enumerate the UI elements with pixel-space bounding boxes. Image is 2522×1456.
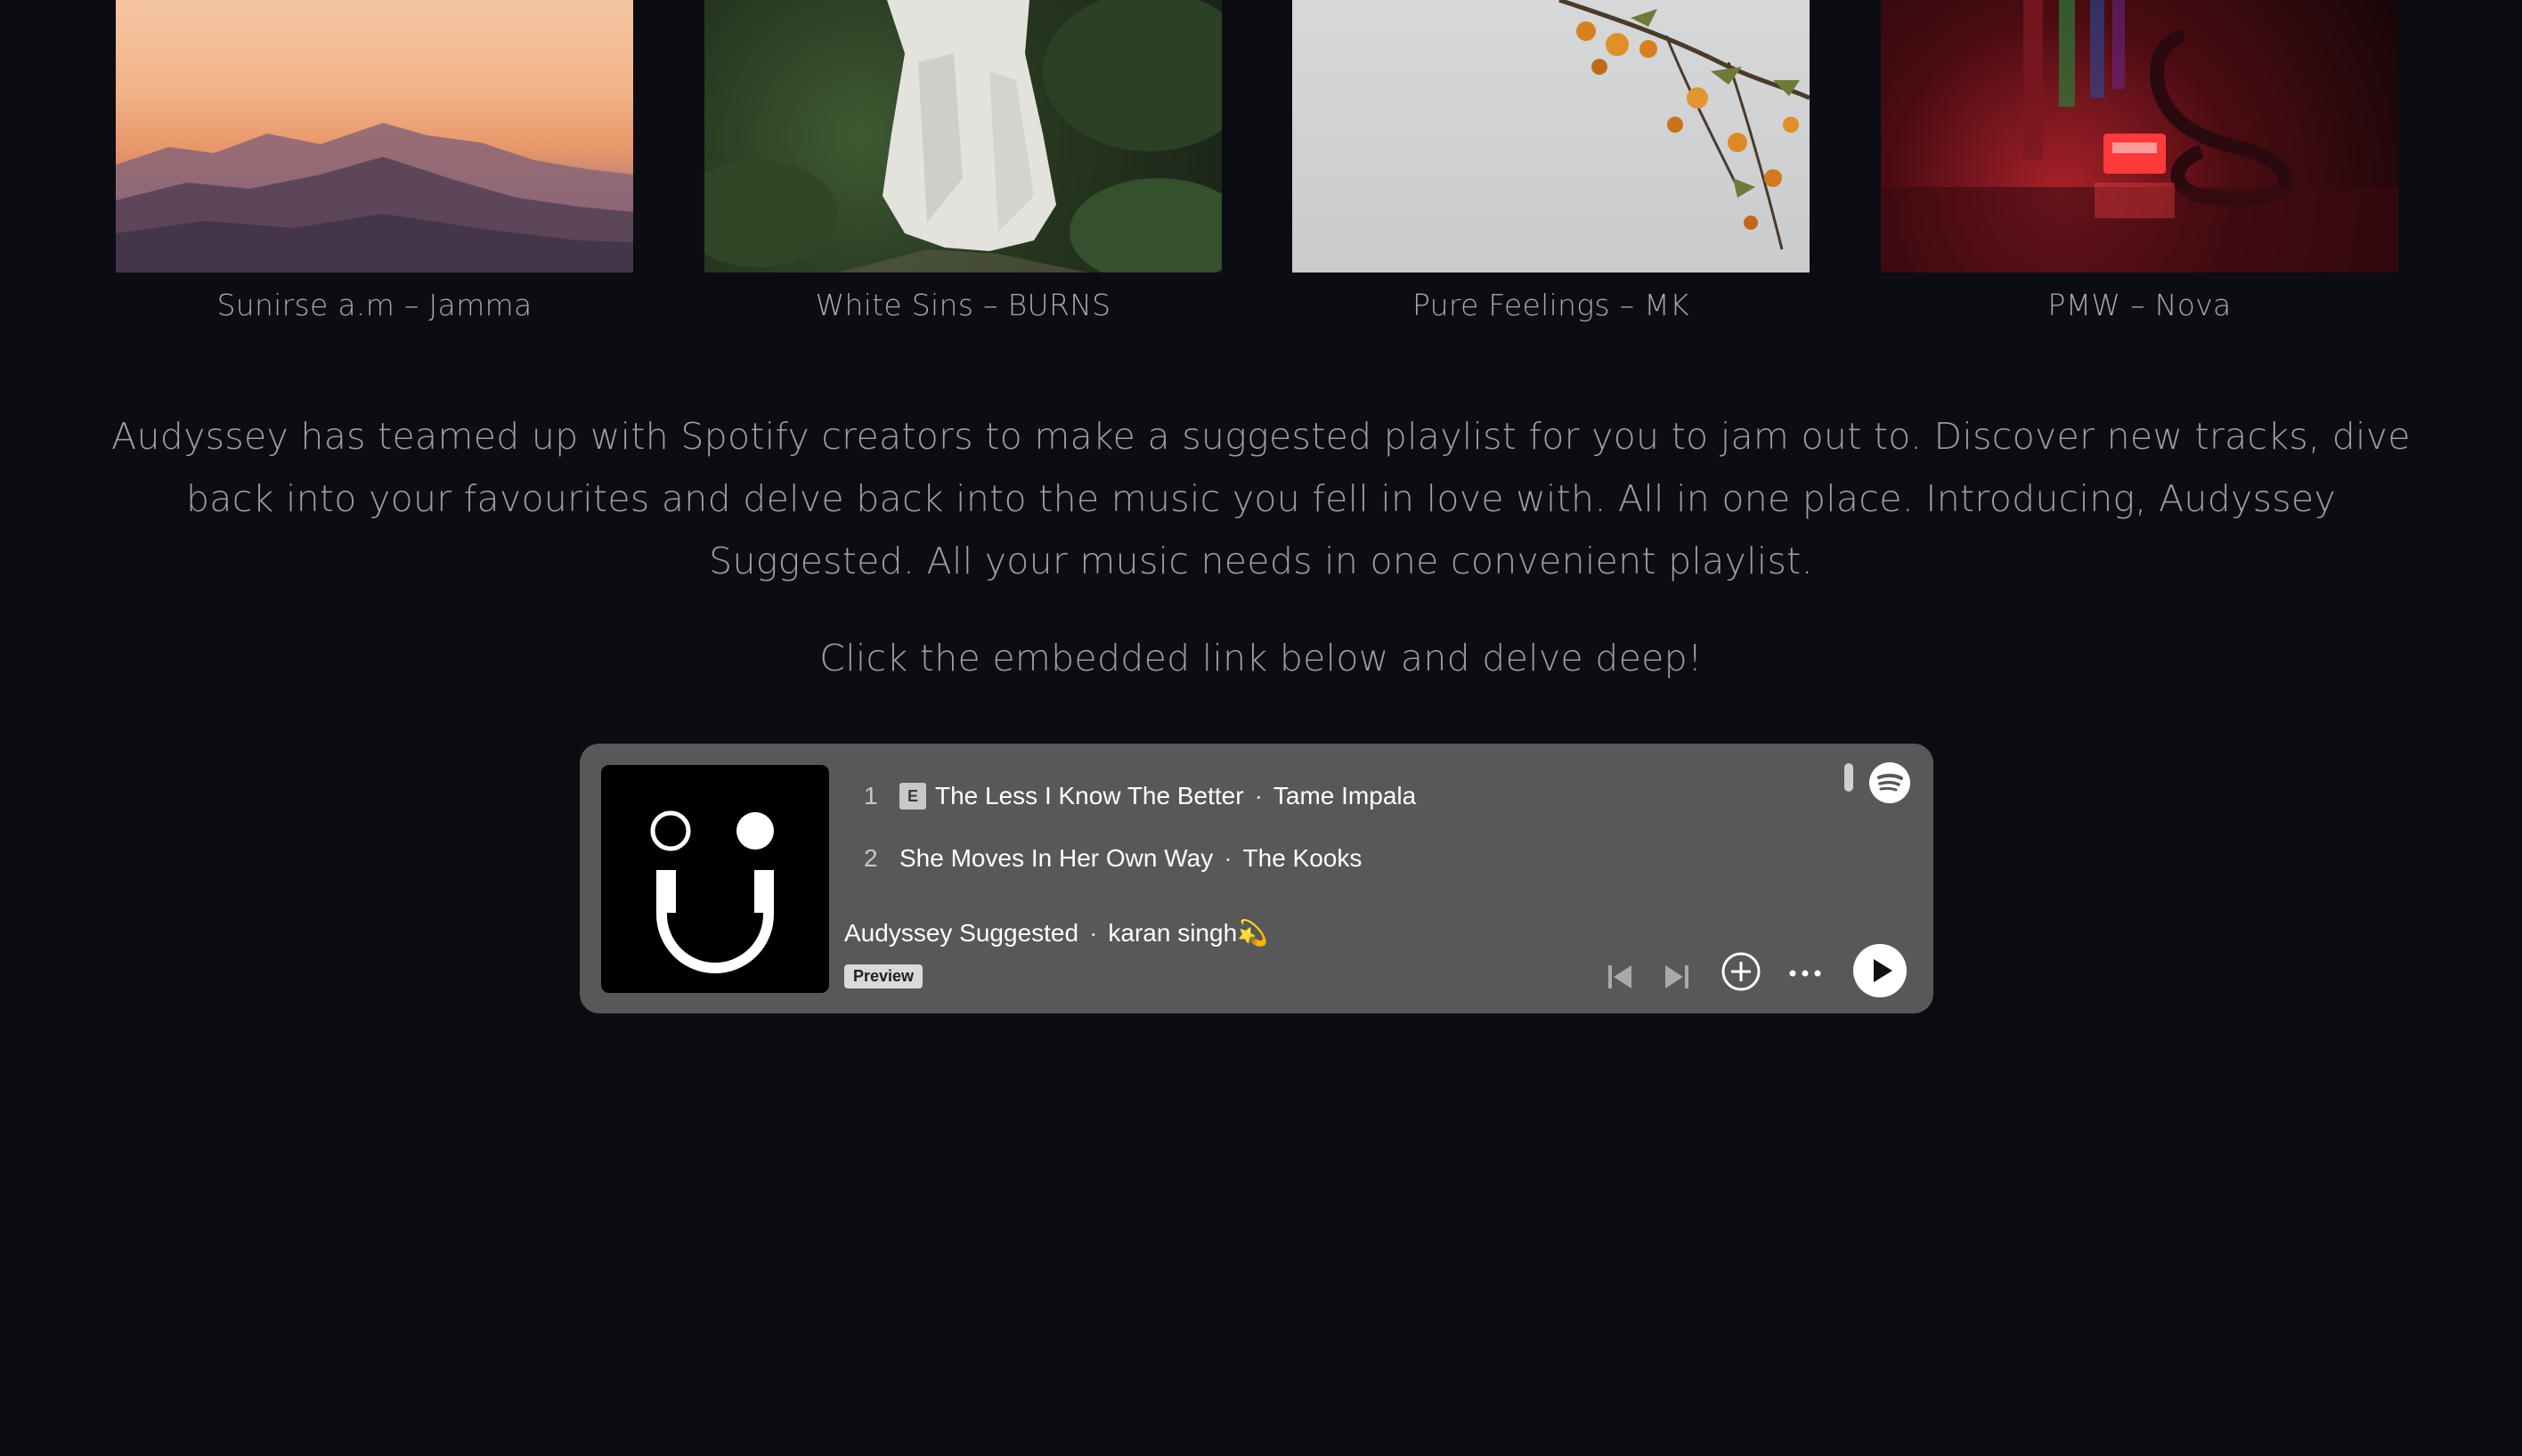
playlist-info: Audyssey Suggested · karan singh💫 [844,918,1268,948]
track-artist[interactable]: The Kooks [1243,844,1363,873]
separator: · [1089,918,1098,947]
track-number: 1 [864,782,878,809]
spotify-embed[interactable]: 1 E The Less I Know The Better · Tame Im… [580,744,1933,1013]
scrollbar[interactable] [1844,763,1853,792]
figure-in-forest-image [704,0,1222,272]
album-caption: White Sins – BURNS [815,288,1111,322]
skip-back-icon[interactable] [1606,963,1634,991]
album-art-3[interactable] [1292,0,1810,272]
separator: · [1254,782,1263,809]
track-artist[interactable]: Tame Impala [1273,782,1416,810]
page: Sunirse a.m – Jamma White Sins – BURNS P… [0,0,2522,1456]
separator: · [1224,844,1233,872]
album-caption: Sunirse a.m – Jamma [216,288,533,322]
spotify-logo-icon[interactable] [1868,761,1911,804]
cta-text: Click the embedded link below and delve … [819,637,1703,679]
album-card-1[interactable]: Sunirse a.m – Jamma [116,0,633,322]
album-art-1[interactable] [116,0,633,272]
skip-forward-icon[interactable] [1663,963,1691,991]
track-row-1[interactable]: 1 E The Less I Know The Better · Tame Im… [864,778,1416,814]
album-grid: Sunirse a.m – Jamma White Sins – BURNS P… [116,0,2398,338]
track-number: 2 [864,844,878,872]
branch-flowers-image [1558,0,1810,250]
album-card-4[interactable]: PMW – Nova [1881,0,2398,322]
album-card-3[interactable]: Pure Feelings – MK [1292,0,1810,322]
track-title[interactable]: The Less I Know The Better [935,782,1244,810]
album-art-2[interactable] [704,0,1222,272]
neon-swan-image [1881,0,2398,272]
explicit-badge: E [899,783,926,809]
playlist-cover[interactable] [601,765,829,993]
playlist-name[interactable]: Audyssey Suggested [844,919,1078,948]
album-card-2[interactable]: White Sins – BURNS [704,0,1222,322]
playlist-owner[interactable]: karan singh💫 [1108,918,1268,948]
track-row-2[interactable]: 2 She Moves In Her Own Way · The Kooks [864,841,1362,876]
album-caption: Pure Feelings – MK [1412,288,1689,322]
play-icon[interactable] [1852,943,1908,998]
preview-badge: Preview [844,964,923,988]
mountain-image [116,123,633,272]
intro-paragraph: Audyssey has teamed up with Spotify crea… [111,415,2411,582]
add-icon[interactable] [1720,950,1762,993]
album-caption: PMW – Nova [2047,288,2232,322]
smiley-icon [650,810,774,973]
more-options-icon[interactable] [1787,966,1823,980]
album-art-4[interactable] [1881,0,2398,272]
track-title[interactable]: She Moves In Her Own Way [899,844,1213,873]
